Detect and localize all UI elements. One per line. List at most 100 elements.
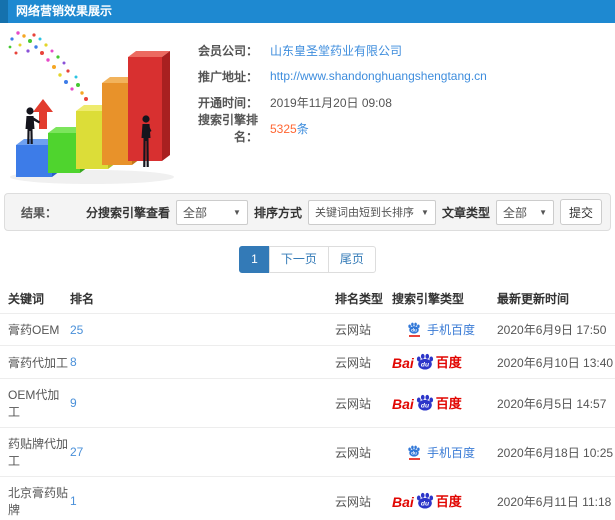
baidu-paw-icon: du — [415, 394, 435, 411]
header-rank: 排名 — [70, 292, 95, 306]
pagination: 1 下一页 尾页 — [0, 246, 615, 273]
ranking-count-value: 5325条 — [270, 120, 309, 137]
rank-type-cell: 云网站 — [335, 476, 392, 520]
baidu-paw-icon: du — [407, 445, 421, 460]
submit-button[interactable]: 提交 — [559, 199, 602, 225]
info-row-url: 推广地址： http://www.shandonghuangshengtang.… — [180, 63, 615, 89]
rank-link[interactable]: 27 — [70, 445, 83, 459]
mobile-baidu-label: 手机百度 — [427, 323, 476, 337]
company-name-link[interactable]: 山东皇圣堂药业有限公司 — [270, 42, 402, 59]
header-updated: 最新更新时间 — [497, 292, 570, 306]
header-engine-type: 搜索引擎类型 — [392, 292, 465, 306]
rank-link[interactable]: 1 — [70, 494, 77, 508]
engine-cell: du 手机百度 — [392, 313, 497, 346]
table-row: OEM代加工 9 云网站 Bai du 百度 2020年6月5日 14:57 — [0, 378, 615, 428]
table-row: 药贴牌代加工 27 云网站 du 手机百度 2020年6月18日 10:25 — [0, 427, 615, 477]
table-header-row: 关键词 排名 排名类型 搜索引擎类型 最新更新时间 — [0, 283, 615, 314]
engine-cell: Bai du 百度 — [392, 345, 497, 379]
rank-type-cell: 云网站 — [335, 378, 392, 428]
keyword-cell: 膏药代加工 — [0, 345, 70, 379]
ranking-count-unit: 条 — [296, 121, 309, 136]
results-table: 关键词 排名 排名类型 搜索引擎类型 最新更新时间 膏药OEM 25 云网站 d… — [0, 283, 615, 520]
rank-cell: 9 — [70, 378, 335, 428]
updated-cell: 2020年6月11日 11:18 — [497, 476, 615, 520]
promo-url-link[interactable]: http://www.shandonghuangshengtang.cn — [270, 69, 487, 83]
promo-url-label: 推广地址： — [197, 69, 258, 84]
updated-cell: 2020年6月18日 10:25 — [497, 427, 615, 477]
sort-filter-label: 排序方式 — [253, 205, 302, 220]
filter-panel: 结果： 分搜索引擎查看 全部 ▼ 排序方式 关键词由短到长排序 ▼ 文章类型 全… — [4, 193, 611, 231]
updated-cell: 2020年6月10日 13:40 — [497, 345, 615, 379]
page-next[interactable]: 下一页 — [268, 246, 329, 273]
mobile-baidu-label: 手机百度 — [427, 445, 476, 460]
rank-cell: 8 — [70, 345, 335, 379]
rank-link[interactable]: 25 — [70, 323, 83, 337]
keyword-cell: 膏药OEM — [0, 313, 70, 346]
info-row-company: 会员公司： 山东皇圣堂药业有限公司 — [180, 37, 615, 63]
table-row: 北京膏药贴牌 1 云网站 Bai du 百度 2020年6月11日 11:18 — [0, 476, 615, 520]
engine-filter-value: 全部 — [182, 205, 207, 220]
table-row: 膏药OEM 25 云网站 du 手机百度 2020年6月9日 17:50 — [0, 313, 615, 346]
header-rank-type: 排名类型 — [335, 292, 384, 306]
person-left — [25, 107, 40, 144]
confetti-dots — [8, 31, 88, 101]
engine-filter-select[interactable]: 全部 ▼ — [175, 199, 248, 225]
article-type-label: 文章类型 — [441, 205, 490, 220]
updated-cell: 2020年6月5日 14:57 — [497, 378, 615, 428]
article-type-select[interactable]: 全部 ▼ — [495, 199, 554, 225]
ranking-count-number: 5325 — [270, 121, 297, 136]
filter-group: 分搜索引擎查看 全部 ▼ 排序方式 关键词由短到长排序 ▼ 文章类型 全部 ▼ … — [86, 199, 602, 225]
article-type-value: 全部 — [502, 205, 527, 220]
table-row: 膏药代加工 8 云网站 Bai du 百度 2020年6月10日 13:40 — [0, 345, 615, 379]
caret-down-icon: ▼ — [233, 207, 241, 217]
rank-type-cell: 云网站 — [335, 427, 392, 477]
page-last[interactable]: 尾页 — [327, 246, 376, 273]
svg-text:du: du — [411, 328, 417, 333]
baidu-mobile-logo: du 手机百度 — [392, 444, 475, 461]
top-section: 会员公司： 山东皇圣堂药业有限公司 推广地址： http://www.shand… — [0, 23, 615, 193]
rank-cell: 27 — [70, 427, 335, 477]
engine-filter-label: 分搜索引擎查看 — [85, 205, 170, 220]
info-row-ranking-count: 搜索引擎排名： 5325条 — [180, 113, 615, 144]
page-current[interactable]: 1 — [239, 246, 270, 273]
result-label: 结果： — [21, 205, 58, 220]
titlebar: 网络营销效果展示 — [0, 0, 615, 23]
open-time-label: 开通时间： — [197, 95, 258, 110]
baidu-paw-icon: du — [407, 322, 421, 337]
up-arrow-icon — [33, 99, 53, 129]
baidu-pc-logo: Bai du 百度 — [392, 492, 462, 510]
svg-text:du: du — [421, 362, 429, 369]
rank-link[interactable]: 9 — [70, 396, 77, 410]
engine-cell: Bai du 百度 — [392, 476, 497, 520]
baidu-pc-logo: Bai du 百度 — [392, 394, 462, 412]
baidu-paw-icon: du — [415, 353, 435, 370]
header-keyword: 关键词 — [8, 292, 45, 306]
bar-red — [128, 51, 170, 161]
caret-down-icon: ▼ — [421, 207, 429, 217]
keyword-cell: 药贴牌代加工 — [0, 427, 70, 477]
baidu-paw-icon: du — [415, 492, 435, 509]
open-time-value: 2019年11月20日 09:08 — [270, 95, 392, 110]
svg-text:du: du — [421, 403, 429, 410]
svg-text:du: du — [421, 501, 429, 508]
svg-text:du: du — [411, 450, 417, 455]
rank-type-cell: 云网站 — [335, 313, 392, 346]
rank-link[interactable]: 8 — [70, 355, 77, 369]
keyword-cell: OEM代加工 — [0, 378, 70, 428]
rank-cell: 25 — [70, 313, 335, 346]
company-info: 会员公司： 山东皇圣堂药业有限公司 推广地址： http://www.shand… — [180, 23, 615, 193]
sort-filter-value: 关键词由短到长排序 — [314, 207, 414, 219]
updated-cell: 2020年6月9日 17:50 — [497, 313, 615, 346]
engine-cell: Bai du 百度 — [392, 378, 497, 428]
sort-filter-select[interactable]: 关键词由短到长排序 ▼ — [307, 199, 436, 225]
page-title: 网络营销效果展示 — [16, 4, 113, 18]
bar-chart-illustration — [8, 31, 174, 184]
rank-type-cell: 云网站 — [335, 345, 392, 379]
baidu-mobile-logo: du 手机百度 — [392, 321, 475, 338]
company-label: 会员公司： — [197, 43, 258, 58]
rank-cell: 1 — [70, 476, 335, 520]
keyword-cell: 北京膏药贴牌 — [0, 476, 70, 520]
ranking-count-label: 搜索引擎排名： — [197, 113, 258, 144]
caret-down-icon: ▼ — [539, 207, 547, 217]
results-table-body: 膏药OEM 25 云网站 du 手机百度 2020年6月9日 17:50 膏药代加… — [0, 313, 615, 520]
